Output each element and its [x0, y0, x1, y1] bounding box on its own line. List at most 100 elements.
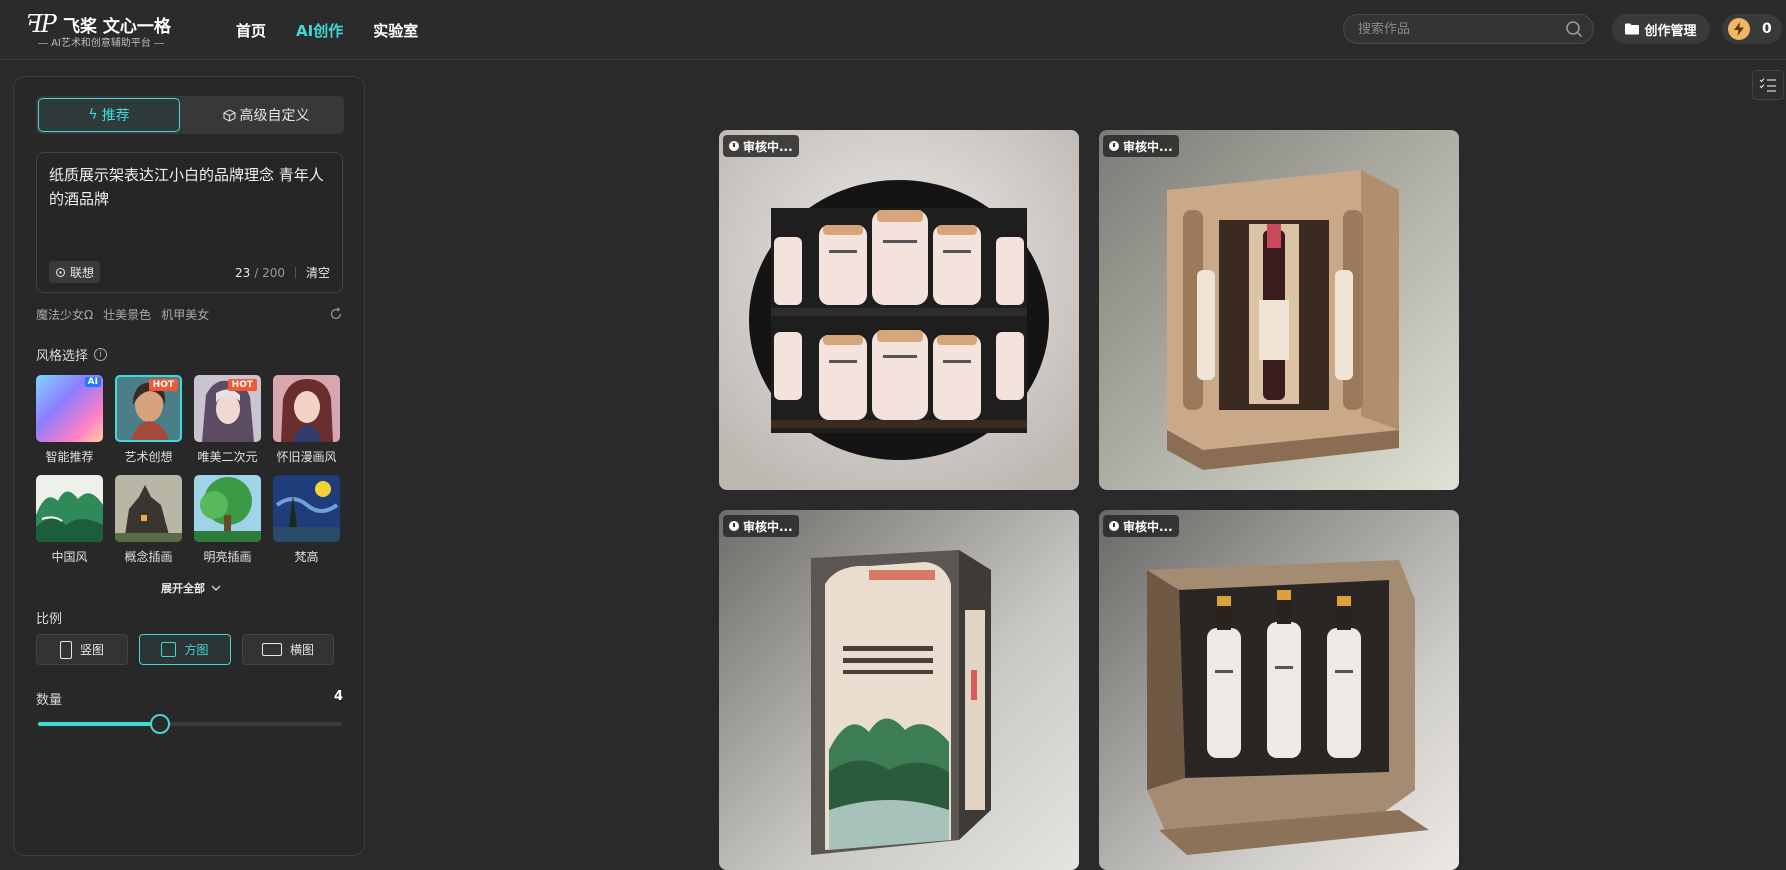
associate-button[interactable]: 联想 — [49, 261, 101, 283]
status-text: 审核中... — [743, 139, 793, 154]
bright-illustration-image — [194, 475, 261, 542]
generated-image — [719, 130, 1079, 490]
style-retro-comic[interactable]: 怀旧漫画风 — [273, 375, 340, 465]
hot-badge: HOT — [148, 379, 178, 391]
char-count: 23 — [234, 265, 251, 280]
credit-balance[interactable]: 0 — [1722, 14, 1782, 44]
expand-all-label: 展开全部 — [161, 582, 205, 595]
status-text: 审核中... — [1123, 519, 1173, 534]
ratio-label: 方图 — [184, 643, 209, 657]
clear-button[interactable]: 清空 — [306, 264, 330, 281]
tab-recommend[interactable]: ϟ 推荐 — [38, 98, 180, 132]
style-thumbnail — [273, 375, 340, 442]
landscape-icon — [261, 643, 282, 656]
folder-icon — [1625, 23, 1640, 35]
main-nav: 首页 AI创作 实验室 — [236, 0, 448, 60]
char-max: / 200 — [254, 265, 285, 280]
generated-image — [1099, 130, 1459, 490]
tab-recommend-label: 推荐 — [101, 108, 130, 124]
quantity-slider[interactable] — [38, 714, 342, 734]
style-chinese[interactable]: 中国风 — [36, 475, 103, 565]
sparkle-icon — [55, 267, 66, 277]
ratio-portrait-button[interactable]: 竖图 — [36, 634, 128, 665]
divider — [294, 267, 296, 278]
hot-badge: HOT — [227, 379, 257, 391]
hint-item[interactable]: 机甲美女 — [161, 306, 209, 323]
search-box — [1343, 14, 1594, 44]
mode-tabs: ϟ 推荐 高级自定义 — [36, 96, 344, 134]
style-van-gogh[interactable]: 梵高 — [273, 475, 340, 565]
ai-badge: AI — [84, 377, 101, 387]
style-concept-illustration[interactable]: 概念插画 — [115, 475, 182, 565]
creation-panel: ϟ 推荐 高级自定义 联想 23 / 200 清空 魔法少女Ω 壮美景色 机甲美… — [13, 76, 365, 856]
info-icon[interactable]: i — [94, 348, 108, 361]
logo[interactable]: ꟻP 飞桨 文心一格 AI艺术和创意辅助平台 — [26, 8, 176, 52]
quantity-row: 数量 4 — [36, 689, 343, 708]
slider-handle[interactable] — [150, 714, 170, 734]
style-thumbnail — [36, 475, 103, 542]
style-label: 唯美二次元 — [197, 450, 258, 464]
ratio-options: 竖图 方图 横图 — [36, 634, 346, 665]
nav-item-lab[interactable]: 实验室 — [373, 20, 418, 41]
style-bright-illustration[interactable]: 明亮插画 — [194, 475, 261, 565]
retro-comic-image — [273, 375, 340, 442]
square-icon — [161, 642, 177, 657]
creation-manage-button[interactable]: 创作管理 — [1612, 14, 1710, 44]
result-image-card[interactable]: 审核中... — [719, 130, 1079, 490]
ratio-section-title: 比例 — [36, 608, 62, 627]
style-smart-recommend[interactable]: AI 智能推荐 — [36, 375, 103, 465]
chevron-down-icon — [211, 585, 221, 591]
style-thumbnail — [194, 475, 261, 542]
concept-illustration-image — [115, 475, 182, 542]
style-art-idea[interactable]: HOT 艺术创想 — [115, 375, 182, 465]
clock-icon — [1109, 141, 1119, 151]
status-text: 审核中... — [743, 519, 793, 534]
refresh-icon[interactable] — [329, 307, 343, 321]
result-gallery: 审核中... 审核中... 审核中... 审核中... — [719, 130, 1459, 870]
tab-advanced[interactable]: 高级自定义 — [190, 98, 342, 132]
style-thumbnail: HOT — [194, 375, 261, 442]
ratio-landscape-button[interactable]: 横图 — [242, 634, 334, 665]
expand-all-button[interactable]: 展开全部 — [36, 580, 346, 596]
associate-label: 联想 — [70, 265, 95, 280]
status-badge: 审核中... — [723, 515, 799, 537]
logo-subtitle: AI艺术和创意辅助平台 — [26, 34, 176, 49]
hint-item[interactable]: 壮美景色 — [103, 306, 151, 323]
ratio-label: 竖图 — [79, 643, 104, 657]
search-icon[interactable] — [1565, 20, 1583, 38]
status-badge: 审核中... — [1103, 515, 1179, 537]
prompt-input[interactable] — [49, 163, 329, 253]
style-label: 艺术创想 — [124, 450, 173, 464]
nav-item-ai-create[interactable]: AI创作 — [296, 20, 343, 41]
ratio-square-button[interactable]: 方图 — [139, 634, 231, 665]
lightning-icon — [1728, 18, 1750, 40]
portrait-icon — [59, 640, 72, 659]
style-thumbnail — [273, 475, 340, 542]
style-title: 风格选择 — [36, 349, 89, 364]
quantity-value: 4 — [333, 689, 343, 704]
hint-item[interactable]: 魔法少女Ω — [36, 306, 93, 323]
generated-image — [719, 510, 1079, 870]
credit-count: 0 — [1762, 21, 1772, 37]
result-image-card[interactable]: 审核中... — [1099, 130, 1459, 490]
slider-track — [38, 722, 342, 726]
result-image-card[interactable]: 审核中... — [719, 510, 1079, 870]
style-label: 中国风 — [51, 550, 88, 564]
cube-icon — [222, 108, 236, 122]
search-input[interactable] — [1358, 21, 1565, 37]
task-list-button[interactable] — [1752, 70, 1784, 100]
style-section-title: 风格选择 i — [36, 345, 108, 364]
style-anime[interactable]: HOT 唯美二次元 — [194, 375, 261, 465]
status-badge: 审核中... — [1103, 135, 1179, 157]
prompt-box: 联想 23 / 200 清空 — [36, 152, 343, 293]
ratio-label: 横图 — [289, 643, 314, 657]
van-gogh-image — [273, 475, 340, 542]
top-nav-bar: ꟻP 飞桨 文心一格 AI艺术和创意辅助平台 首页 AI创作 实验室 创作管理 … — [0, 0, 1786, 60]
generated-image — [1099, 510, 1459, 870]
result-image-card[interactable]: 审核中... — [1099, 510, 1459, 870]
checklist-icon — [1759, 78, 1776, 92]
style-label: 怀旧漫画风 — [276, 450, 337, 464]
nav-item-home[interactable]: 首页 — [236, 20, 266, 41]
creation-manage-label: 创作管理 — [1644, 23, 1697, 39]
style-label: 明亮插画 — [203, 550, 252, 564]
